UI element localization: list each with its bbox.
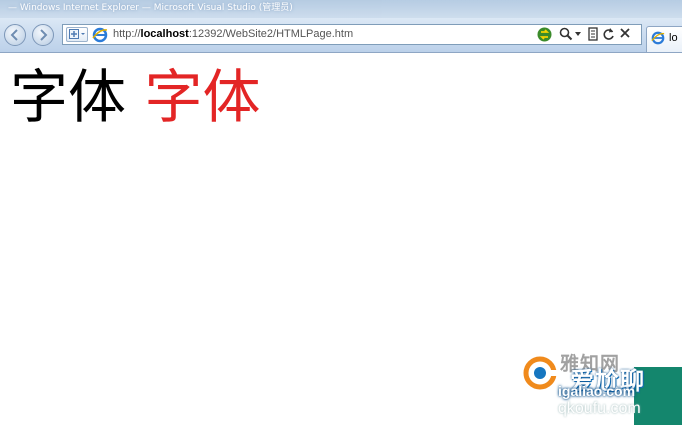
- forward-icon: [40, 29, 48, 41]
- compat-view-button[interactable]: [66, 27, 88, 42]
- refresh-icon[interactable]: [602, 27, 615, 41]
- feeds-icon[interactable]: [588, 27, 598, 41]
- tab-label: lo: [669, 32, 678, 44]
- watermark-logo-icon: [523, 356, 558, 390]
- ie-tab-icon: [651, 31, 665, 45]
- watermark-line4: qkoufu.com: [558, 400, 641, 417]
- address-bar-buttons: [537, 26, 637, 43]
- back-icon: [10, 29, 18, 41]
- url-path: :12392/WebSite2/HTMLPage.htm: [188, 28, 354, 40]
- url-text[interactable]: http://localhost:12392/WebSite2/HTMLPage…: [113, 25, 353, 44]
- window-title: — Windows Internet Explorer — Microsoft …: [8, 3, 293, 13]
- ie-page-icon: [92, 27, 108, 43]
- refresh-go-icon[interactable]: [537, 27, 552, 42]
- font-text-red: 字体: [144, 63, 261, 131]
- url-scheme: http://: [113, 28, 141, 40]
- address-bar[interactable]: http://localhost:12392/WebSite2/HTMLPage…: [62, 24, 642, 45]
- forward-button[interactable]: [32, 24, 54, 46]
- back-button[interactable]: [4, 24, 26, 46]
- search-icon[interactable]: [559, 27, 573, 41]
- url-host: localhost: [140, 28, 189, 40]
- watermark-line3: igaliao.com: [558, 383, 636, 399]
- dropdown-icon[interactable]: [575, 32, 581, 36]
- font-text-black: 字体: [10, 63, 127, 131]
- page-content: 字体 字体: [10, 62, 260, 132]
- stop-icon[interactable]: [619, 27, 631, 39]
- compat-view-icon: [69, 29, 85, 39]
- browser-tab[interactable]: lo: [646, 26, 682, 52]
- window-title-bar: — Windows Internet Explorer — Microsoft …: [0, 0, 682, 18]
- browser-toolbar: http://localhost:12392/WebSite2/HTMLPage…: [0, 18, 682, 53]
- watermark: 雅知网 爱尬聊 igaliao.com qkoufu.com: [518, 345, 682, 425]
